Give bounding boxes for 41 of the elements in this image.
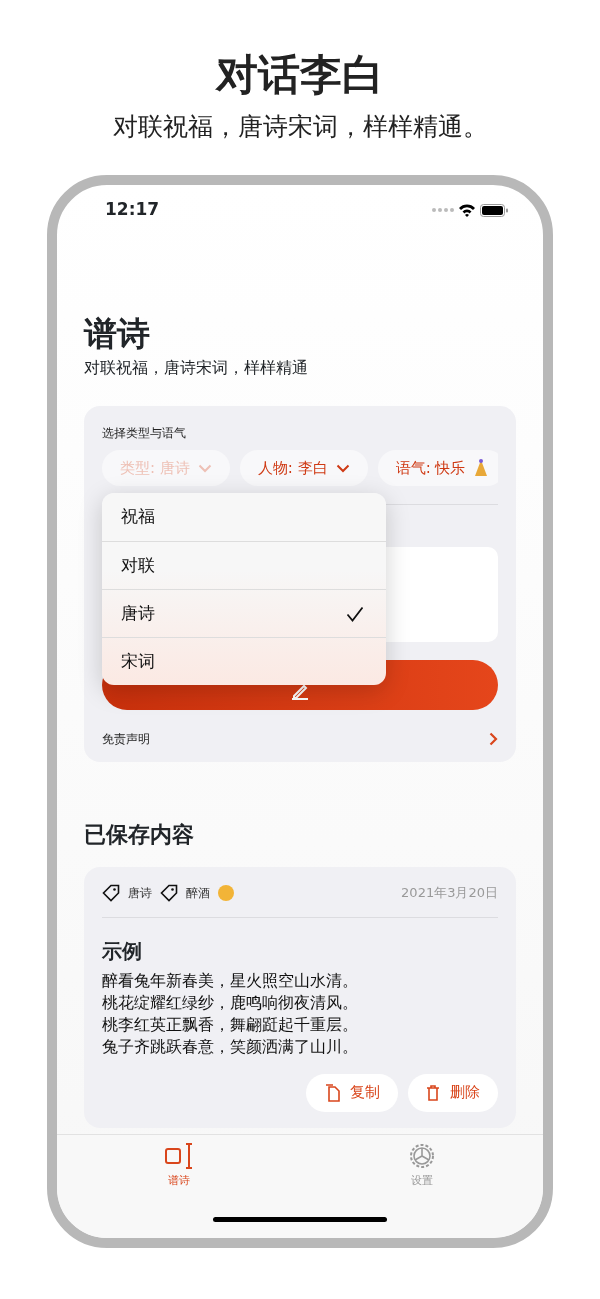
copy-button[interactable]: 复制	[306, 1073, 398, 1112]
tag-label: 醉酒	[186, 884, 210, 902]
poem-line: 桃花绽耀红绿纱，鹿鸣响彻夜清风。	[102, 991, 359, 1014]
battery-icon	[480, 203, 508, 217]
promo-title: 对话李白	[214, 54, 385, 96]
promo-subtitle: 对联祝福，唐诗宋词，样样精通。	[111, 114, 489, 139]
chevron-down-icon	[335, 463, 350, 473]
chevron-down-icon	[197, 463, 212, 473]
tag-icon	[102, 883, 120, 902]
status-time: 12:17	[105, 198, 160, 222]
tag-icon	[160, 883, 178, 902]
tag-label: 唐诗	[128, 884, 152, 902]
date-label: 2021年3月20日	[401, 884, 498, 902]
section-title: 已保存内容	[84, 821, 195, 849]
filter-chip[interactable]: 人物: 李白	[239, 450, 368, 486]
disclaimer-link[interactable]: 免责声明	[102, 730, 150, 748]
trash-icon	[426, 1084, 440, 1101]
menu-item[interactable]: 祝福	[102, 493, 386, 541]
menu-item[interactable]: 对联	[102, 541, 386, 589]
tab-item[interactable]: 谱诗	[57, 1135, 300, 1238]
menu-item[interactable]: 宋词	[102, 637, 386, 685]
signal-icon	[432, 207, 454, 213]
copy-icon	[324, 1083, 340, 1102]
delete-button[interactable]: 删除	[408, 1073, 498, 1112]
filter-chip[interactable]: 语气: 快乐	[377, 450, 498, 486]
chevron-right-icon	[489, 732, 498, 746]
page-title: 谱诗	[84, 317, 151, 350]
menu-item[interactable]: 唐诗	[102, 589, 386, 637]
poem-line: 桃李红英正飘香，舞翩跹起千重层。	[102, 1013, 359, 1036]
pencil-icon	[291, 684, 309, 700]
checkmark-icon	[346, 605, 364, 622]
emoji-icon	[218, 884, 234, 901]
section-label: 选择类型与语气	[102, 425, 187, 442]
tab-item[interactable]: 设置	[300, 1135, 543, 1238]
wifi-icon	[458, 203, 476, 217]
party-icon	[473, 459, 488, 477]
text-cursor-icon	[163, 1141, 194, 1171]
page-subtitle: 对联祝福，唐诗宋词，样样精通	[84, 357, 309, 379]
poem-line: 醉看兔年新春美，星火照空山水清。	[102, 969, 359, 992]
poem-line: 兔子齐跳跃春意，笑颜洒满了山川。	[102, 1035, 359, 1058]
poem-title: 示例	[102, 937, 143, 965]
